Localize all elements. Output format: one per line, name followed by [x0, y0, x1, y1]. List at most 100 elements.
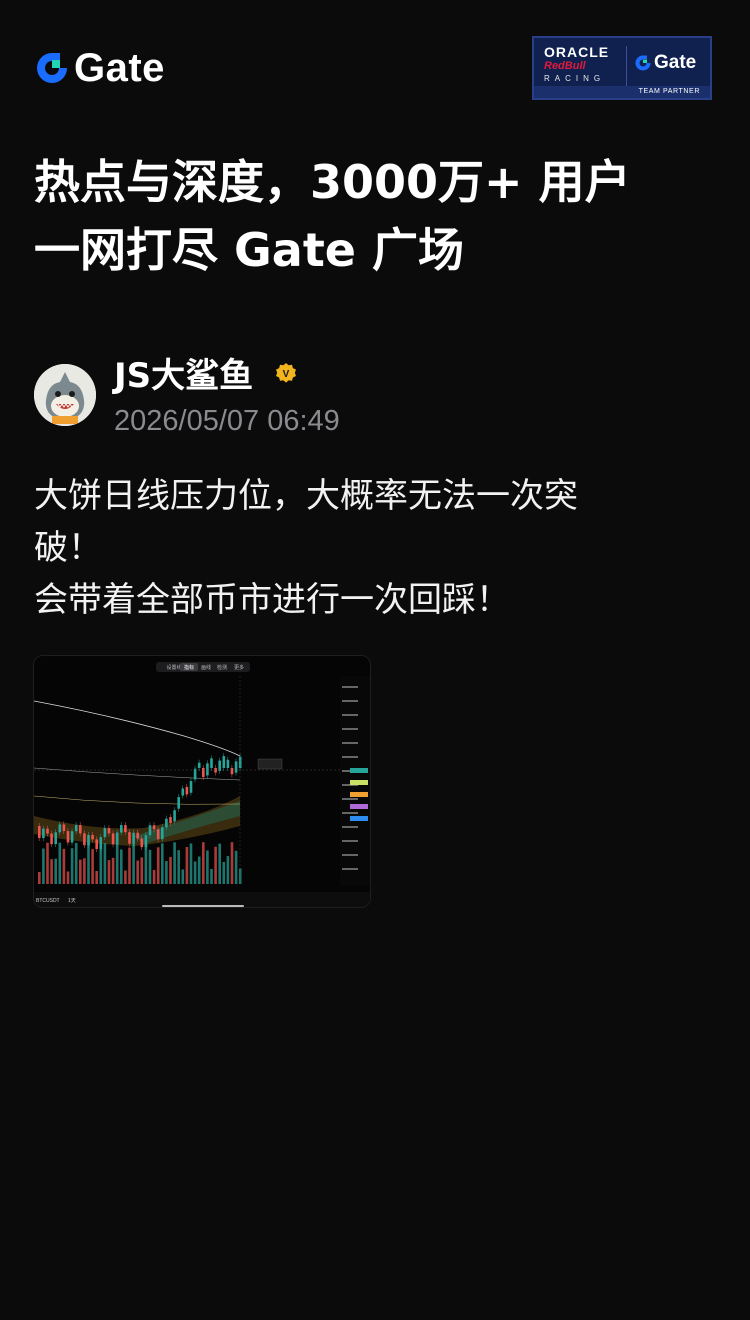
- post-content: 大饼日线压力位，大概率无法一次突 破！ 会带着全部币市进行一次回踩！: [34, 470, 694, 626]
- volume-bar: [222, 861, 226, 884]
- headline-line-1: 热点与深度，3000万+ 用户: [34, 155, 631, 209]
- volume-bar: [132, 843, 135, 884]
- volume-bar: [83, 858, 86, 884]
- volume-bar: [91, 849, 94, 884]
- racing-wordmark: RACING: [544, 74, 606, 83]
- chart-interval-label: 1天: [68, 898, 76, 904]
- post-line-2: 破！: [34, 528, 102, 568]
- volume-bar: [189, 843, 193, 884]
- volume-bar: [58, 842, 62, 884]
- volume-bar: [234, 850, 238, 884]
- volume-bar: [206, 850, 209, 884]
- volume-bar: [79, 859, 82, 884]
- axis-tick-label: [342, 854, 358, 856]
- candle: [177, 797, 180, 809]
- candle: [103, 828, 107, 838]
- volume-bar: [50, 859, 53, 884]
- volume-bar: [54, 858, 57, 884]
- candle: [66, 831, 70, 843]
- headline-line-2: 一网打尽 Gate 广场: [34, 223, 465, 277]
- axis-tick-label: [342, 868, 358, 870]
- volume-bar: [185, 847, 189, 884]
- volume-bar: [74, 842, 78, 884]
- candle: [181, 788, 185, 796]
- volume-bar: [124, 870, 127, 884]
- candle: [238, 756, 242, 768]
- volume-bar: [193, 861, 197, 884]
- candle: [210, 758, 213, 768]
- candle: [218, 760, 221, 771]
- axis-tick-label: [342, 728, 358, 730]
- candle: [91, 834, 94, 840]
- candle: [50, 833, 53, 845]
- volume-bar: [156, 847, 160, 884]
- candle: [42, 828, 45, 838]
- post-chart-image[interactable]: 设置线 指标 画线 检测 更多 BTCUSDT 1天: [33, 655, 371, 908]
- candlestick-chart-screenshot: 设置线 指标 画线 检测 更多 BTCUSDT 1天: [34, 656, 370, 907]
- candle: [107, 828, 111, 834]
- chart-tab-0: 设置线: [166, 664, 181, 671]
- candle: [79, 825, 82, 834]
- volume-bar: [148, 849, 152, 884]
- candle: [62, 824, 66, 832]
- volume-bar: [177, 850, 180, 884]
- author-name[interactable]: JS大鲨鱼: [114, 356, 253, 396]
- candle: [185, 786, 189, 795]
- candle: [124, 825, 127, 833]
- volume-bar: [66, 871, 70, 884]
- candle: [234, 761, 238, 773]
- redbull-wordmark: RedBull: [544, 60, 586, 72]
- gate-logo[interactable]: Gate: [34, 48, 165, 88]
- candle: [206, 763, 209, 776]
- axis-price-tag: [350, 804, 368, 809]
- candle: [148, 825, 152, 836]
- volume-bar: [230, 842, 234, 884]
- axis-tick-label: [342, 840, 358, 842]
- volume-bar: [214, 846, 217, 884]
- candle: [197, 762, 201, 768]
- chart-tab-1: 指标: [184, 664, 194, 671]
- volume-bar: [115, 842, 119, 884]
- volume-bar: [202, 842, 205, 884]
- chart-tab-3: 检测: [217, 664, 227, 671]
- chart-tab-2: 画线: [201, 664, 211, 671]
- candle: [152, 825, 156, 830]
- gate-logo-icon: [37, 53, 67, 83]
- team-partner-label: TEAM PARTNER: [534, 86, 710, 98]
- candle: [165, 818, 168, 828]
- avatar[interactable]: [34, 364, 96, 426]
- candle: [99, 837, 103, 850]
- candle: [74, 825, 78, 832]
- shark-avatar-icon: [34, 364, 96, 426]
- axis-tick-label: [342, 742, 358, 744]
- candle: [161, 827, 164, 840]
- volume-bar: [46, 842, 49, 884]
- volume-bar: [165, 861, 168, 884]
- axis-tick-label: [342, 756, 358, 758]
- candle: [202, 768, 205, 778]
- volume-bar: [218, 843, 221, 884]
- axis-price-tag: [350, 816, 368, 821]
- volume-bar: [136, 860, 139, 884]
- partner-divider: [626, 46, 627, 86]
- volume-bar: [42, 848, 45, 884]
- candle: [156, 829, 160, 840]
- axis-tick-label: [342, 826, 358, 828]
- candle: [120, 825, 123, 833]
- axis-price-tag: [350, 780, 368, 785]
- team-partner-banner[interactable]: ORACLE RedBull RACING Gate TEAM PARTNER: [532, 36, 712, 100]
- volume-bar: [87, 842, 90, 884]
- candle: [173, 810, 176, 822]
- volume-bar: [210, 868, 213, 884]
- candle: [83, 833, 86, 846]
- candle: [70, 831, 74, 843]
- candle: [140, 838, 144, 848]
- post-line-3: 会带着全部币市进行一次回踩！: [34, 580, 510, 620]
- partner-gate-text: Gate: [654, 52, 697, 73]
- axis-tick-label: [342, 686, 358, 688]
- candle: [136, 832, 139, 839]
- candle: [169, 817, 172, 823]
- partner-gate-logo: Gate: [634, 52, 696, 74]
- volume-bar: [226, 856, 230, 884]
- candle: [111, 833, 115, 845]
